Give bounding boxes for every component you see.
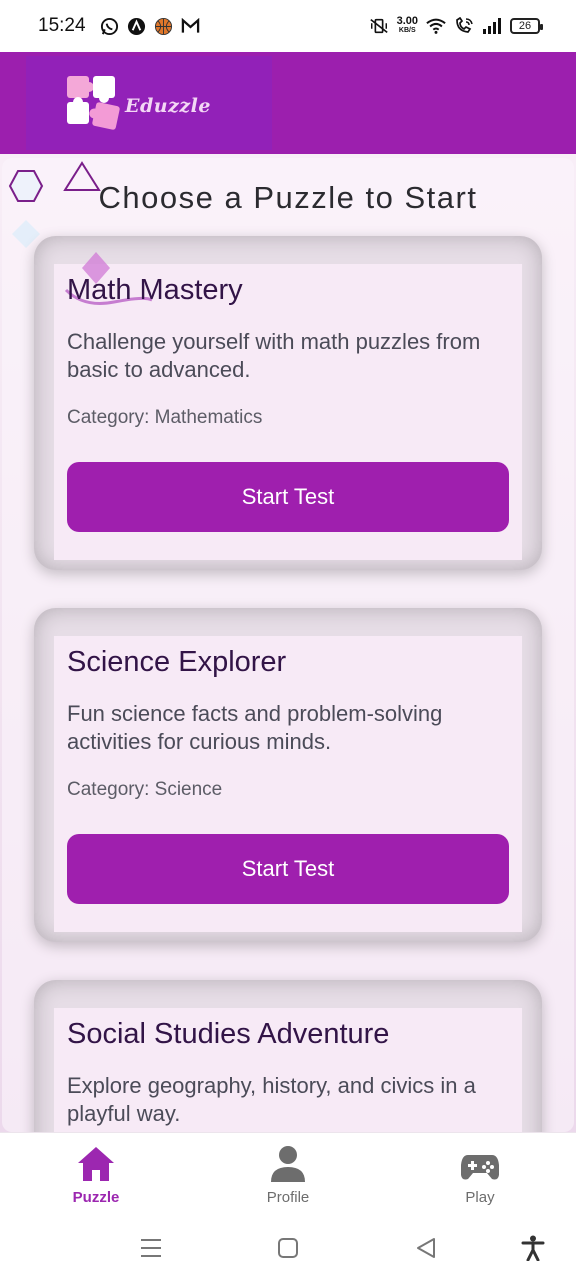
card-title: Math Mastery <box>67 274 243 306</box>
system-navigation-bar <box>0 1216 576 1280</box>
wifi-call-icon <box>454 16 474 36</box>
nav-label: Play <box>465 1189 495 1206</box>
page-title: Choose a Puzzle to Start <box>98 180 478 215</box>
bottom-navigation: Puzzle Profile Play <box>0 1132 576 1216</box>
app-header: Eduzzle <box>0 52 576 154</box>
nav-label: Puzzle <box>72 1189 120 1206</box>
home-square-icon[interactable] <box>274 1234 302 1262</box>
a-circle-icon <box>127 16 147 36</box>
nav-label: Profile <box>266 1189 310 1206</box>
start-test-button[interactable]: Start Test <box>67 834 509 904</box>
card-category: Category: Science <box>67 779 223 800</box>
status-bar: 15:24 3.00 KB/S 26 <box>0 0 576 52</box>
back-icon[interactable] <box>412 1234 440 1262</box>
person-icon <box>271 1146 305 1182</box>
whatsapp-icon <box>100 16 120 36</box>
nav-item-play[interactable]: Play <box>420 1143 540 1206</box>
start-test-button[interactable]: Start Test <box>67 462 509 532</box>
logo-text: Eduzzle <box>125 94 211 117</box>
system-indicators: 3.00 KB/S 26 <box>369 16 543 36</box>
app-logo[interactable]: Eduzzle <box>66 74 211 137</box>
puzzle-card-science: Science Explorer Fun science facts and p… <box>34 608 542 942</box>
card-category: Category: Mathematics <box>67 407 263 428</box>
card-description: Fun science facts and problem-solving ac… <box>67 701 443 754</box>
card-description: Explore geography, history, and civics i… <box>67 1073 476 1126</box>
puzzle-card-math: Math Mastery Challenge yourself with mat… <box>34 236 542 570</box>
accessibility-icon[interactable] <box>519 1234 547 1262</box>
card-title: Social Studies Adventure <box>67 1018 390 1050</box>
home-icon <box>78 1147 114 1181</box>
gamepad-icon <box>461 1155 499 1180</box>
battery-icon: 26 <box>510 18 543 34</box>
nav-item-puzzle[interactable]: Puzzle <box>36 1143 156 1206</box>
card-description: Challenge yourself with math puzzles fro… <box>67 329 481 382</box>
menu-icon[interactable] <box>137 1234 165 1262</box>
wifi-icon <box>426 16 446 36</box>
puzzle-card-social-studies: Social Studies Adventure Explore geograp… <box>34 980 542 1132</box>
gmail-icon <box>181 16 201 36</box>
status-time: 15:24 <box>38 15 86 36</box>
net-speed-unit: KB/S <box>398 27 416 34</box>
puzzle-list-screen[interactable]: Choose a Puzzle to Start Math Mastery Ch… <box>0 154 576 1132</box>
puzzle-icon <box>66 74 122 137</box>
vibrate-mute-icon <box>369 16 389 36</box>
nav-item-profile[interactable]: Profile <box>228 1143 348 1206</box>
card-title: Science Explorer <box>67 646 287 678</box>
signal-icon <box>482 16 502 36</box>
basketball-icon <box>154 16 174 36</box>
notification-icons <box>100 16 201 36</box>
net-speed: 3.00 KB/S <box>397 16 418 36</box>
